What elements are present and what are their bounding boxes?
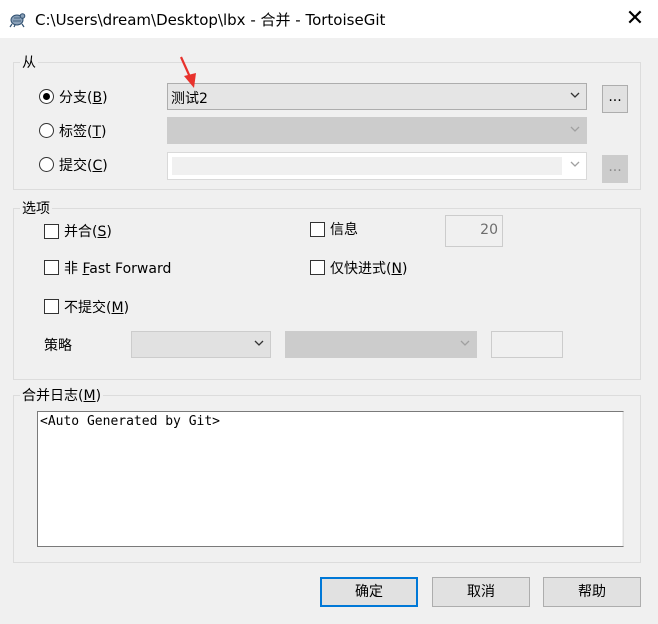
merge-message-text: <Auto Generated by Git> <box>40 414 221 429</box>
branch-radio[interactable] <box>39 89 54 104</box>
ff-only-label-prefix: 仅快进式( <box>330 261 392 277</box>
no-commit-label[interactable]: 不提交(M) <box>64 297 129 317</box>
tag-label-accel: T <box>92 124 102 140</box>
chevron-down-icon <box>459 337 471 349</box>
branch-label[interactable]: 分支(B) <box>59 87 108 107</box>
branch-label-accel: B <box>92 90 103 106</box>
tag-combo[interactable] <box>167 117 587 144</box>
merge-message-textarea[interactable]: <Auto Generated by Git> <box>37 411 624 547</box>
no-ff-label-prefix: 非 <box>64 261 83 277</box>
ff-only-label-suffix: ) <box>401 261 408 277</box>
squash-label[interactable]: 并合(S) <box>64 221 112 241</box>
annotation-arrow-icon <box>178 55 200 89</box>
options-group-legend: 选项 <box>20 198 52 218</box>
no-commit-label-prefix: 不提交( <box>64 300 112 316</box>
log-group-legend-prefix: 合并日志( <box>22 388 84 404</box>
commit-label-accel: C <box>92 158 103 174</box>
no-commit-label-accel: M <box>111 300 124 316</box>
ff-only-label[interactable]: 仅快进式(N) <box>330 258 407 278</box>
squash-checkbox[interactable] <box>44 224 59 239</box>
textarea-scroll-edge <box>622 412 623 546</box>
squash-label-prefix: 并合( <box>64 224 98 240</box>
no-commit-label-suffix: ) <box>123 300 130 316</box>
log-checkbox[interactable] <box>310 222 325 237</box>
window-title: C:\Users\dream\Desktop\lbx - 合并 - Tortoi… <box>35 11 386 29</box>
tag-radio[interactable] <box>39 123 54 138</box>
branch-label-suffix: ) <box>102 90 108 106</box>
ff-only-checkbox[interactable] <box>310 260 325 275</box>
no-commit-checkbox[interactable] <box>44 299 59 314</box>
chevron-down-icon <box>569 123 581 135</box>
tag-label-suffix: ) <box>101 124 107 140</box>
log-count-field[interactable]: 20 <box>445 215 503 247</box>
from-group-legend: 从 <box>20 52 38 72</box>
squash-label-suffix: ) <box>106 224 112 240</box>
chevron-down-icon <box>569 158 581 170</box>
strategy-combo[interactable] <box>131 331 271 358</box>
branch-browse-button[interactable]: ... <box>602 85 628 113</box>
strategy-option-combo[interactable] <box>285 331 477 358</box>
strategy-param-field[interactable] <box>491 331 563 358</box>
ok-button[interactable]: 确定 <box>320 577 418 607</box>
tag-label-prefix: 标签( <box>59 124 93 140</box>
close-icon[interactable]: ✕ <box>620 4 650 34</box>
no-ff-checkbox[interactable] <box>44 260 59 275</box>
log-label[interactable]: 信息 <box>330 219 358 239</box>
cancel-button[interactable]: 取消 <box>432 577 530 607</box>
commit-combo[interactable] <box>167 152 587 180</box>
no-ff-label[interactable]: 非 Fast Forward <box>64 258 171 278</box>
no-ff-label-suffix: ast Forward <box>89 261 172 277</box>
branch-combo[interactable]: 测试2 <box>167 83 587 110</box>
tortoise-icon <box>8 10 26 28</box>
chevron-down-icon <box>569 89 581 101</box>
tag-label[interactable]: 标签(T) <box>59 121 107 141</box>
commit-label-prefix: 提交( <box>59 158 93 174</box>
chevron-down-icon <box>253 337 265 349</box>
log-group-legend: 合并日志(M) <box>20 385 104 405</box>
log-group-legend-suffix: ) <box>95 388 102 404</box>
strategy-label: 策略 <box>44 338 72 354</box>
commit-combo-edit[interactable] <box>172 157 562 175</box>
branch-label-prefix: 分支( <box>59 90 93 106</box>
commit-browse-button[interactable]: ... <box>602 155 628 183</box>
commit-radio[interactable] <box>39 157 54 172</box>
help-button[interactable]: 帮助 <box>543 577 641 607</box>
log-group-legend-accel: M <box>83 388 96 404</box>
ff-only-label-accel: N <box>391 261 402 277</box>
commit-label[interactable]: 提交(C) <box>59 155 108 175</box>
commit-label-suffix: ) <box>102 158 108 174</box>
branch-combo-value: 测试2 <box>171 91 208 107</box>
